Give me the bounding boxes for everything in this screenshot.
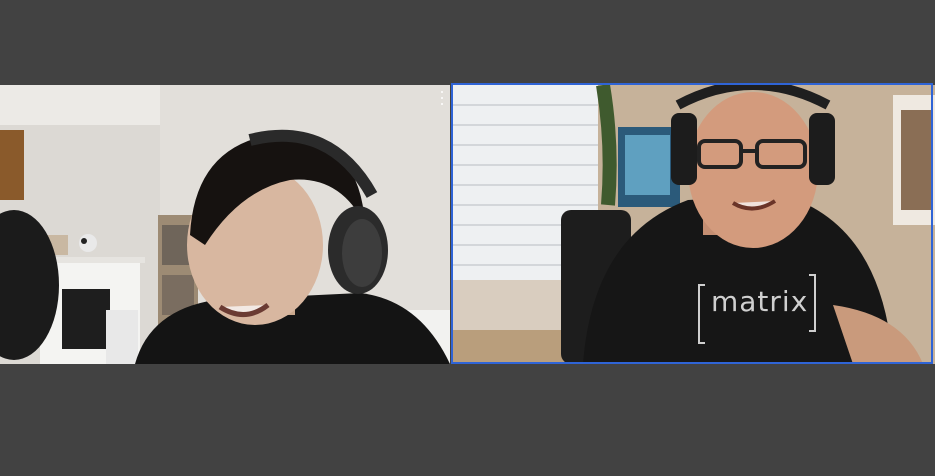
participant-2-video-frame [453,85,935,364]
video-tile-participant-1[interactable] [0,85,450,364]
shirt-print-text: matrix [711,285,809,318]
participant-1-video-frame [0,85,450,364]
participant-options-icon[interactable] [439,91,445,105]
video-tile-participant-2[interactable]: matrix [453,85,935,364]
